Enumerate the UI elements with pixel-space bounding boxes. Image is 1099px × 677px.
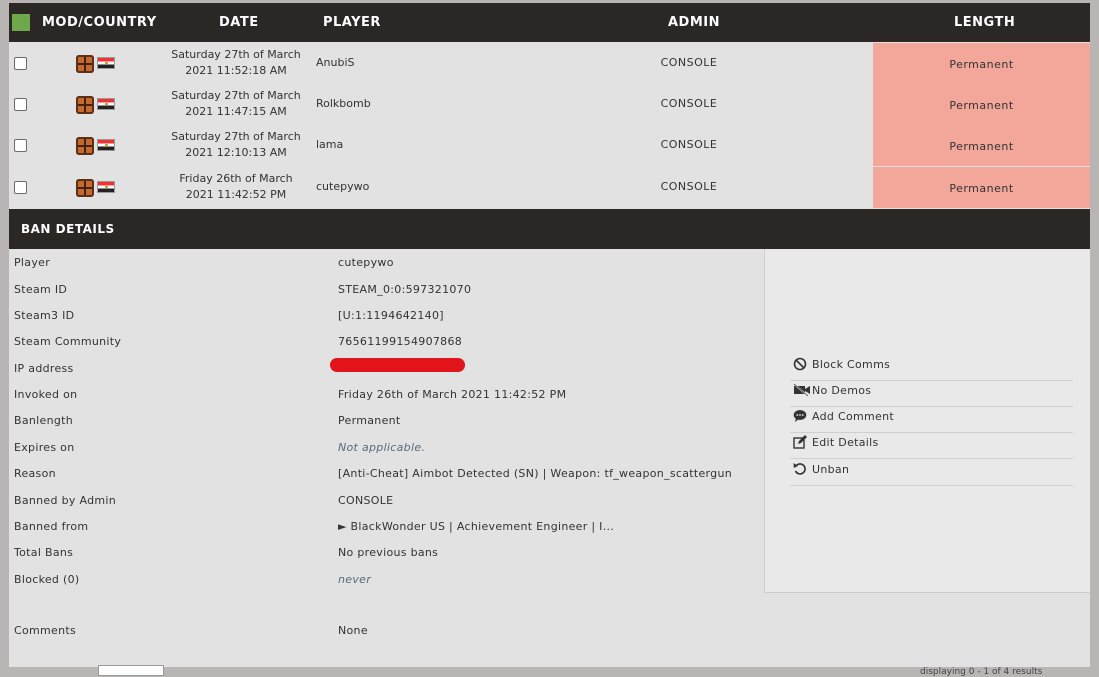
ban-actions-panel: Block Comms No Demos Add Comment Edit Detai… <box>764 249 1090 593</box>
admin-name: CONSOLE <box>660 180 718 193</box>
ban-details-title: BAN DETAILS <box>21 222 115 236</box>
table-row[interactable]: Saturday 27th of March 2021 11:47:15 AM Ro… <box>9 84 1090 125</box>
detail-label: Reason <box>14 467 56 480</box>
ban-date-line1: Friday 26th of March <box>179 172 293 185</box>
ban-length-badge: Permanent <box>873 43 1090 84</box>
detail-value: STEAM_0:0:597321070 <box>338 283 472 296</box>
detail-value: [Anti-Cheat] Aimbot Detected (SN) | Weap… <box>338 467 732 480</box>
action-label: Unban <box>812 463 850 476</box>
detail-label: Comments <box>14 624 77 637</box>
admin-name: CONSOLE <box>660 138 718 151</box>
ban-date: Saturday 27th of March 2021 11:47:15 AM <box>159 88 313 120</box>
ban-date-line1: Saturday 27th of March <box>171 89 301 102</box>
detail-value: never <box>338 573 372 586</box>
comment-icon <box>793 409 807 423</box>
video-off-icon <box>793 383 810 397</box>
detail-label: Banned by Admin <box>14 494 117 507</box>
table-row[interactable]: Saturday 27th of March 2021 11:52:18 AM An… <box>9 43 1090 84</box>
action-add-comment[interactable]: Add Comment <box>790 407 1073 433</box>
country-flag-icon <box>97 139 115 151</box>
row-checkbox[interactable] <box>14 98 27 111</box>
detail-label: Invoked on <box>14 388 78 401</box>
detail-label: Total Bans <box>14 546 74 559</box>
ip-redaction <box>330 358 465 372</box>
detail-value: CONSOLE <box>338 494 394 507</box>
ban-date-line2: 2021 11:42:52 PM <box>185 188 287 201</box>
action-block-comms[interactable]: Block Comms <box>790 355 1073 381</box>
detail-value: cutepywo <box>338 256 394 269</box>
tf2-mod-icon <box>76 179 94 197</box>
row-checkbox[interactable] <box>14 57 27 70</box>
detail-label: Blocked (0) <box>14 573 80 586</box>
detail-label: IP address <box>14 362 74 375</box>
player-name[interactable]: AnubiS <box>316 56 355 69</box>
ban-details-header: BAN DETAILS <box>9 209 1090 249</box>
ban-date: Friday 26th of March 2021 11:42:52 PM <box>159 171 313 203</box>
action-unban[interactable]: Unban <box>790 460 1073 486</box>
detail-value: ► BlackWonder US | Achievement Engineer … <box>338 520 615 533</box>
ban-date-line2: 2021 11:52:18 AM <box>185 64 287 77</box>
player-name[interactable]: lama <box>316 138 343 151</box>
admin-name: CONSOLE <box>660 97 718 110</box>
results-count: displaying 0 - 1 of 4 results <box>920 667 1043 677</box>
tf2-mod-icon <box>76 96 94 114</box>
block-icon <box>793 357 807 371</box>
row-checkbox[interactable] <box>14 139 27 152</box>
tf2-mod-icon <box>76 137 94 155</box>
bans-table-header: MOD/COUNTRY DATE PLAYER ADMIN LENGTH <box>9 3 1090 42</box>
detail-value: Permanent <box>338 414 401 427</box>
detail-value: No previous bans <box>338 546 439 559</box>
ban-date-line2: 2021 12:10:13 AM <box>185 146 287 159</box>
ban-date-line1: Saturday 27th of March <box>171 48 301 61</box>
edit-icon <box>793 435 807 449</box>
ban-date: Saturday 27th of March 2021 11:52:18 AM <box>159 47 313 79</box>
ban-length-badge: Permanent <box>873 167 1090 208</box>
action-no-demos[interactable]: No Demos <box>790 381 1073 407</box>
ban-date-line2: 2021 11:47:15 AM <box>185 105 287 118</box>
detail-label: Steam3 ID <box>14 309 75 322</box>
col-length[interactable]: LENGTH <box>954 3 1015 42</box>
action-label: No Demos <box>812 384 872 397</box>
detail-value: Not applicable. <box>338 441 426 454</box>
pagination-select[interactable] <box>98 665 164 676</box>
ban-date-line1: Saturday 27th of March <box>171 130 301 143</box>
detail-label: Banned from <box>14 520 89 533</box>
detail-label: Expires on <box>14 441 75 454</box>
table-row[interactable]: Saturday 27th of March 2021 12:10:13 AM la… <box>9 125 1090 166</box>
detail-label: Banlength <box>14 414 74 427</box>
country-flag-icon <box>97 181 115 193</box>
player-name[interactable]: Rolkbomb <box>316 97 371 110</box>
detail-label: Steam ID <box>14 283 68 296</box>
detail-label: Player <box>14 256 51 269</box>
tf2-mod-icon <box>76 55 94 73</box>
detail-value: [U:1:1194642140] <box>338 309 444 322</box>
ban-date: Saturday 27th of March 2021 12:10:13 AM <box>159 129 313 161</box>
action-edit-details[interactable]: Edit Details <box>790 433 1073 459</box>
action-label: Block Comms <box>812 358 891 371</box>
undo-icon <box>793 462 807 476</box>
detail-value: 76561199154907868 <box>338 335 463 348</box>
country-flag-icon <box>97 98 115 110</box>
col-player[interactable]: PLAYER <box>323 3 381 42</box>
admin-name: CONSOLE <box>660 56 718 69</box>
ban-length-badge: Permanent <box>873 84 1090 125</box>
detail-label: Steam Community <box>14 335 122 348</box>
col-mod-country[interactable]: MOD/COUNTRY <box>42 3 157 42</box>
select-all-checkbox[interactable] <box>12 14 30 31</box>
col-admin[interactable]: ADMIN <box>668 3 720 42</box>
table-row[interactable]: Friday 26th of March 2021 11:42:52 PM cute… <box>9 167 1090 208</box>
row-checkbox[interactable] <box>14 181 27 194</box>
detail-value: None <box>338 624 368 637</box>
action-label: Add Comment <box>812 410 894 423</box>
detail-value: Friday 26th of March 2021 11:42:52 PM <box>338 388 567 401</box>
country-flag-icon <box>97 57 115 69</box>
action-label: Edit Details <box>812 436 879 449</box>
ban-length-badge: Permanent <box>873 125 1090 166</box>
player-name[interactable]: cutepywo <box>316 180 369 193</box>
bans-panel: MOD/COUNTRY DATE PLAYER ADMIN LENGTH Sat… <box>9 3 1090 667</box>
col-date[interactable]: DATE <box>219 3 259 42</box>
